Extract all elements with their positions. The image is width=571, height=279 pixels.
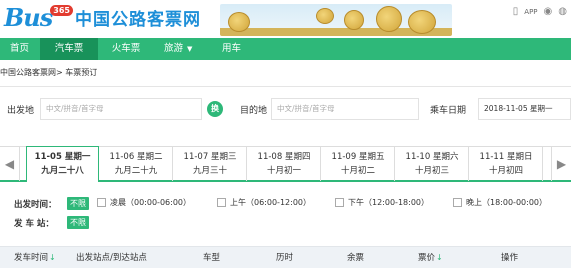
date-tab[interactable]: 11-09 星期五 十月初二 [322,147,395,181]
search-bar: 出发地 中文/拼音/首字母 换 目的地 中文/拼音/首字母 乘车日期 2018-… [0,98,571,120]
nav-item-car[interactable]: 用车 [212,38,256,60]
date-label: 乘车日期 [430,106,467,116]
departure-station-filter: 发 车 站： 不限 [0,216,571,230]
from-label: 出发地 [7,106,35,116]
date-tab-date: 11-08 星期四 [257,152,311,162]
logo-bus-text: Bus [4,2,53,32]
results-table-header: 发车时间↓ 出发站点/到达站点 车型 历时 余票 票价↓ 操作 [0,246,571,268]
col-header-bus-type: 车型 [203,253,221,263]
time-option-label: 上午（06:00-12:00） [230,198,311,207]
checkbox[interactable] [217,198,226,207]
date-tab[interactable]: 11-05 星期一 九月二十八 [26,146,99,182]
date-tab[interactable]: 11-08 星期四 十月初一 [248,147,321,181]
checkbox[interactable] [97,198,106,207]
date-tab-date: 11-05 星期一 [34,152,91,162]
date-tab-date: 11-06 星期二 [109,152,163,162]
date-tab-date: 11-07 星期三 [183,152,237,162]
caret-down-icon: ▼ [187,45,193,53]
col-header-departure-time[interactable]: 发车时间↓ [14,247,56,269]
time-unlimited-tag[interactable]: 不限 [67,197,89,210]
date-tab-lunar: 十月初一 [266,166,301,176]
app-link[interactable]: APP [524,8,537,16]
swap-button[interactable]: 换 [207,101,223,117]
date-tab[interactable]: 11-11 星期日 十月初四 [470,147,543,181]
col-header-duration: 历时 [276,253,294,263]
date-tab[interactable]: 11-06 星期二 九月二十九 [100,147,173,181]
date-tab[interactable]: 11-10 星期六 十月初三 [396,147,469,181]
wechat-icon[interactable]: ◍ [558,6,567,17]
header-tools: ▯ APP ◉ ◍ [513,6,567,17]
date-tab-lunar: 九月二十八 [41,166,84,176]
from-input[interactable]: 中文/拼音/首字母 [40,98,202,120]
col-header-action: 操作 [501,253,519,263]
site-logo[interactable]: Bus 365 中国公路客票网 [4,2,201,32]
sort-arrow-icon: ↓ [49,253,56,262]
date-tab-date: 11-09 星期五 [331,152,385,162]
time-option-early[interactable]: 凌晨（00:00-06:00） [97,197,191,208]
chevron-left-icon[interactable]: ◀ [0,147,20,181]
nav-item-train-tickets[interactable]: 火车票 [98,38,154,60]
time-option-afternoon[interactable]: 下午（12:00-18:00） [335,197,429,208]
time-option-label: 晚上（18:00-00:00） [466,198,547,207]
main-nav: 首页 汽车票 火车票 旅游 ▼ 用车 [0,38,571,60]
date-tab-lunar: 十月初三 [414,166,449,176]
date-tabs: ◀ 11-05 星期一 九月二十八 11-06 星期二 九月二十九 11-07 … [0,146,571,182]
col-header-price[interactable]: 票价↓ [418,247,443,269]
time-option-morning[interactable]: 上午（06:00-12:00） [217,197,311,208]
to-input[interactable]: 中文/拼音/首字母 [271,98,419,120]
station-unlimited-tag[interactable]: 不限 [67,216,89,229]
date-tab-lunar: 十月初二 [340,166,375,176]
date-tab-lunar: 九月三十 [192,166,227,176]
logo-site-name: 中国公路客票网 [74,9,201,30]
header-banner-image [220,4,452,36]
phone-icon[interactable]: ▯ [513,6,519,17]
col-header-remaining: 余票 [347,253,365,263]
weibo-icon[interactable]: ◉ [544,6,553,17]
nav-item-bus-tickets[interactable]: 汽车票 [40,38,98,60]
date-tab-date: 11-10 星期六 [405,152,459,162]
date-tab-date: 11-11 星期日 [479,152,533,162]
date-tab-lunar: 九月二十九 [114,166,158,176]
date-tab[interactable]: 11-07 星期三 九月三十 [174,147,247,181]
breadcrumb: 中国公路客票网> 车票预订 [0,68,98,77]
departure-station-label: 发 车 站： [14,219,54,229]
checkbox[interactable] [335,198,344,207]
to-label: 目的地 [240,106,268,116]
sort-arrow-icon: ↓ [436,253,443,262]
date-input[interactable]: 2018-11-05 星期一 [478,98,571,120]
date-tab-lunar: 十月初四 [488,166,523,176]
time-option-label: 凌晨（00:00-06:00） [110,198,191,207]
site-header: Bus 365 中国公路客票网 ▯ APP ◉ ◍ [0,0,571,38]
col-header-stations: 出发站点/到达站点 [76,253,147,263]
nav-item-travel[interactable]: 旅游 ▼ [154,38,212,60]
time-option-label: 下午（12:00-18:00） [348,198,429,207]
nav-item-home[interactable]: 首页 [0,38,40,60]
nav-travel-label: 旅游 [164,43,184,54]
chevron-right-icon[interactable]: ▶ [551,147,571,181]
departure-time-filter: 出发时间： 不限 凌晨（00:00-06:00） 上午（06:00-12:00）… [0,197,571,211]
checkbox[interactable] [453,198,462,207]
departure-time-label: 出发时间： [14,200,57,210]
logo-badge: 365 [50,4,73,16]
time-option-evening[interactable]: 晚上（18:00-00:00） [453,197,547,208]
breadcrumb-divider [0,86,571,87]
